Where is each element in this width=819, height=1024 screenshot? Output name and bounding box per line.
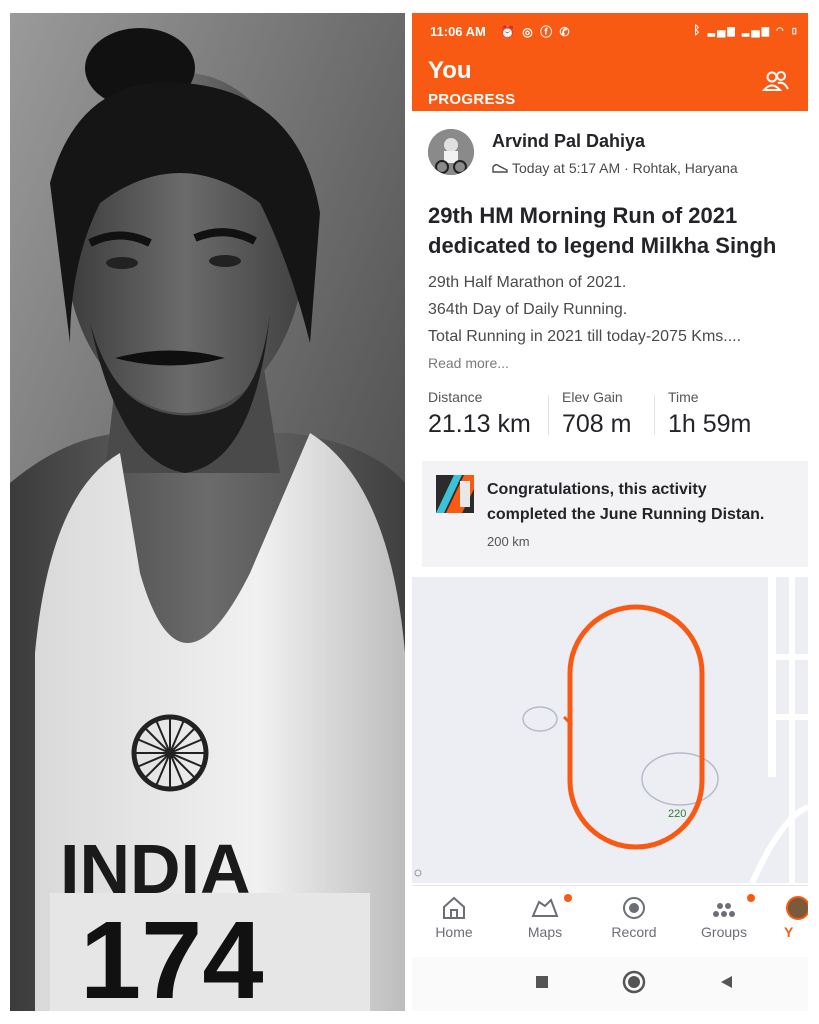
signal-icon: ▂▄▆ — [742, 23, 771, 37]
stat-elevation: Elev Gain 708 m — [562, 389, 631, 439]
square-icon[interactable] — [534, 974, 550, 990]
achievement-text: Congratulations, this activity completed… — [487, 477, 808, 527]
achievement-card[interactable]: Congratulations, this activity completed… — [422, 461, 808, 567]
athlete-name[interactable]: Arvind Pal Dahiya — [492, 131, 645, 152]
phone-screen: 11:06 AM ⏰ ◎ ⓕ ✆ ᛒ ▂▄▆ ▂▄▆ ◠ ▯ You PROGR… — [412, 13, 808, 1011]
status-time: 11:06 AM — [430, 24, 486, 39]
notification-dot — [747, 894, 755, 902]
tab-label: Home — [435, 924, 473, 940]
page-subtitle: PROGRESS — [428, 91, 516, 108]
bib-number: 174 — [80, 899, 264, 1011]
home-icon — [443, 896, 465, 919]
achievement-line: completed the June Running Distan. — [487, 506, 765, 523]
notification-dot — [564, 894, 572, 902]
athlete-illustration: INDIA 174 — [10, 13, 405, 1011]
tab-groups[interactable]: Groups — [685, 894, 763, 940]
system-nav-bar — [412, 957, 808, 1011]
chakra-emblem — [131, 714, 209, 792]
circle-icon[interactable] — [622, 970, 646, 994]
tab-label: Maps — [527, 924, 563, 940]
stat-divider — [654, 395, 655, 435]
avatar-image — [428, 129, 474, 175]
app-header: You PROGRESS — [412, 49, 808, 111]
system-icons: ᛒ ▂▄▆ ▂▄▆ ◠ ▯ — [693, 23, 800, 37]
avatar[interactable] — [428, 129, 474, 175]
friends-icon[interactable] — [762, 69, 790, 93]
record-icon — [623, 897, 645, 919]
bottom-tab-bar: Home Maps Record Groups Y — [412, 885, 808, 958]
stat-value: 21.13 km — [428, 410, 531, 438]
achievement-line: Congratulations, this activity — [487, 481, 707, 498]
route-label: 220 — [668, 808, 686, 820]
map-icon — [531, 898, 559, 917]
stat-label: Time — [668, 389, 699, 405]
profile-avatar-icon — [786, 896, 808, 920]
activity-title[interactable]: 29th HM Morning Run of 2021 dedicated to… — [428, 201, 804, 261]
read-more-link[interactable]: Read more... — [428, 355, 509, 371]
groups-icon — [713, 903, 735, 917]
bluetooth-icon: ᛒ — [693, 23, 703, 37]
facebook-icon: ⓕ — [540, 25, 555, 39]
page-title: You — [428, 57, 472, 84]
shoe-icon — [492, 164, 508, 173]
tab-you[interactable]: Y — [784, 896, 808, 940]
stat-distance: Distance 21.13 km — [428, 389, 531, 439]
stat-time: Time 1h 59m — [668, 389, 751, 439]
tab-record[interactable]: Record — [595, 896, 673, 940]
description-line: 364th Day of Daily Running. — [428, 301, 628, 318]
stat-divider — [548, 395, 549, 435]
signal-icon: ▂▄▆ — [707, 23, 737, 37]
tab-home[interactable]: Home — [415, 896, 493, 940]
map-canvas: 220 — [412, 577, 808, 883]
stat-label: Distance — [428, 389, 483, 405]
athlete-photo: INDIA 174 — [10, 13, 405, 1011]
battery-icon: ▯ — [790, 23, 800, 37]
description-line: 29th Half Marathon of 2021. — [428, 274, 627, 291]
notification-icons: ⏰ ◎ ⓕ ✆ — [500, 23, 572, 40]
tab-label: Groups — [701, 924, 747, 940]
whatsapp-icon: ◎ — [522, 25, 535, 39]
challenge-badge-icon — [436, 475, 474, 513]
stat-value: 708 m — [562, 410, 632, 438]
back-triangle-icon[interactable] — [718, 974, 734, 990]
phone-icon: ✆ — [559, 25, 572, 39]
tab-maps[interactable]: Maps — [506, 894, 584, 940]
tab-label: Record — [611, 924, 657, 940]
stat-value: 1h 59m — [668, 410, 752, 438]
activity-title-line: dedicated to legend Milkha Singh — [428, 233, 777, 258]
wifi-icon: ◠ — [776, 23, 786, 37]
activity-title-line: 29th HM Morning Run of 2021 — [428, 203, 738, 228]
status-bar: 11:06 AM ⏰ ◎ ⓕ ✆ ᛒ ▂▄▆ ▂▄▆ ◠ ▯ — [412, 13, 808, 49]
activity-meta: Today at 5:17 AM · Rohtak, Haryana — [492, 160, 738, 176]
description-line: Total Running in 2021 till today-2075 Km… — [428, 328, 742, 345]
tab-label: Y — [784, 924, 794, 940]
route-map[interactable]: 220 — [412, 577, 808, 883]
activity-meta-text: Today at 5:17 AM · Rohtak, Haryana — [512, 160, 738, 176]
activity-description: 29th Half Marathon of 2021. 364th Day of… — [428, 269, 808, 350]
alarm-icon: ⏰ — [500, 25, 517, 39]
stat-label: Elev Gain — [562, 389, 623, 405]
achievement-distance: 200 km — [487, 534, 530, 549]
